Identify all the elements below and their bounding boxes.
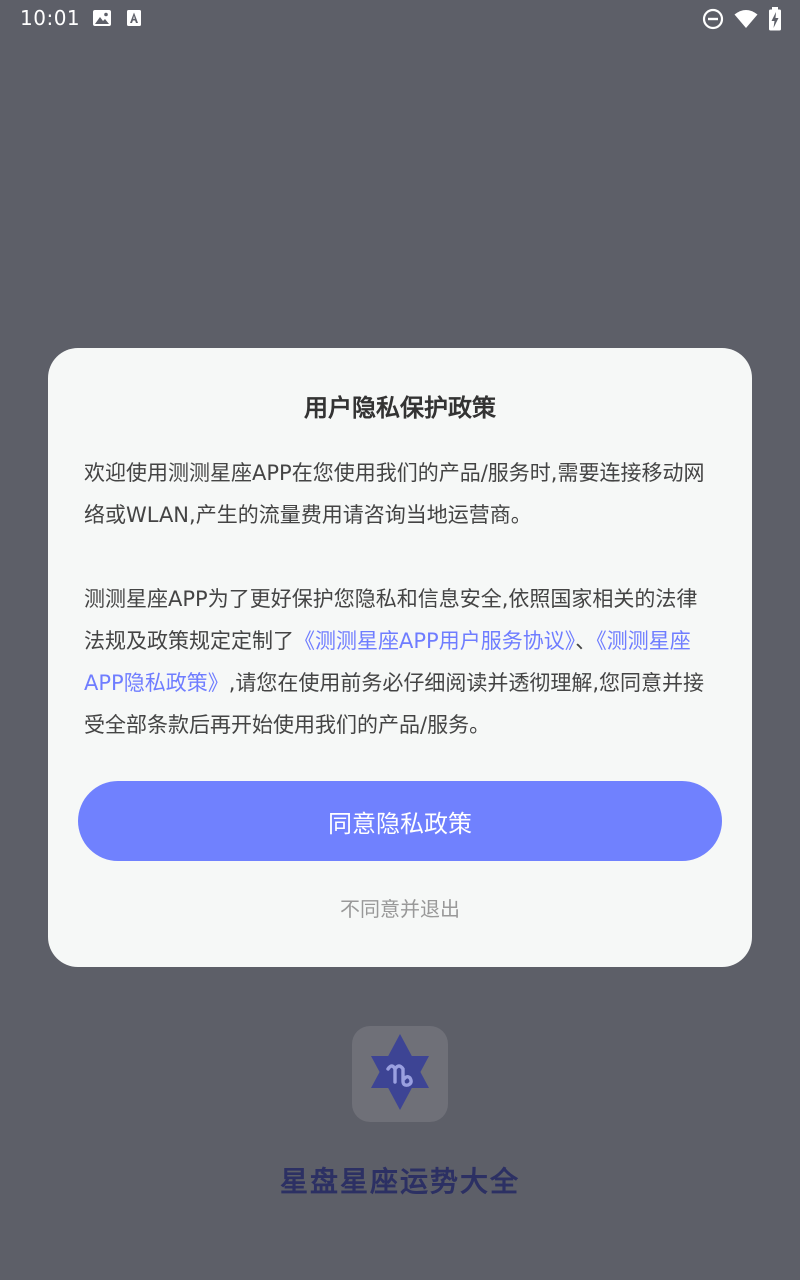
zodiac-star-icon: [365, 1032, 435, 1116]
dialog-body: 欢迎使用测测星座APP在您使用我们的产品/服务时,需要连接移动网络或WLAN,产…: [84, 452, 716, 746]
status-left-icons: [92, 9, 142, 27]
dialog-paragraph-1: 欢迎使用测测星座APP在您使用我们的产品/服务时,需要连接移动网络或WLAN,产…: [84, 461, 705, 527]
app-logo: [352, 1026, 448, 1122]
app-name: 星盘星座运势大全: [279, 1165, 520, 1198]
do-not-disturb-icon: [702, 8, 724, 30]
dialog-paragraph-2: 测测星座APP为了更好保护您隐私和信息安全,依照国家相关的法律法规及政策规定定制…: [84, 578, 716, 746]
status-right-icons: [702, 7, 782, 31]
font-icon: [126, 9, 142, 27]
wifi-icon: [734, 9, 758, 29]
status-time: 10:01: [20, 6, 81, 30]
user-agreement-link[interactable]: 《测测星座APP用户服务协议》: [294, 629, 575, 653]
status-bar: 10:01: [0, 0, 800, 36]
dialog-title: 用户隐私保护政策: [304, 394, 496, 422]
agree-privacy-button[interactable]: 同意隐私政策: [78, 781, 722, 861]
decline-exit-button[interactable]: 不同意并退出: [250, 890, 550, 924]
battery-charging-icon: [768, 7, 782, 31]
link-separator: 、: [575, 629, 597, 653]
image-icon: [92, 9, 112, 27]
